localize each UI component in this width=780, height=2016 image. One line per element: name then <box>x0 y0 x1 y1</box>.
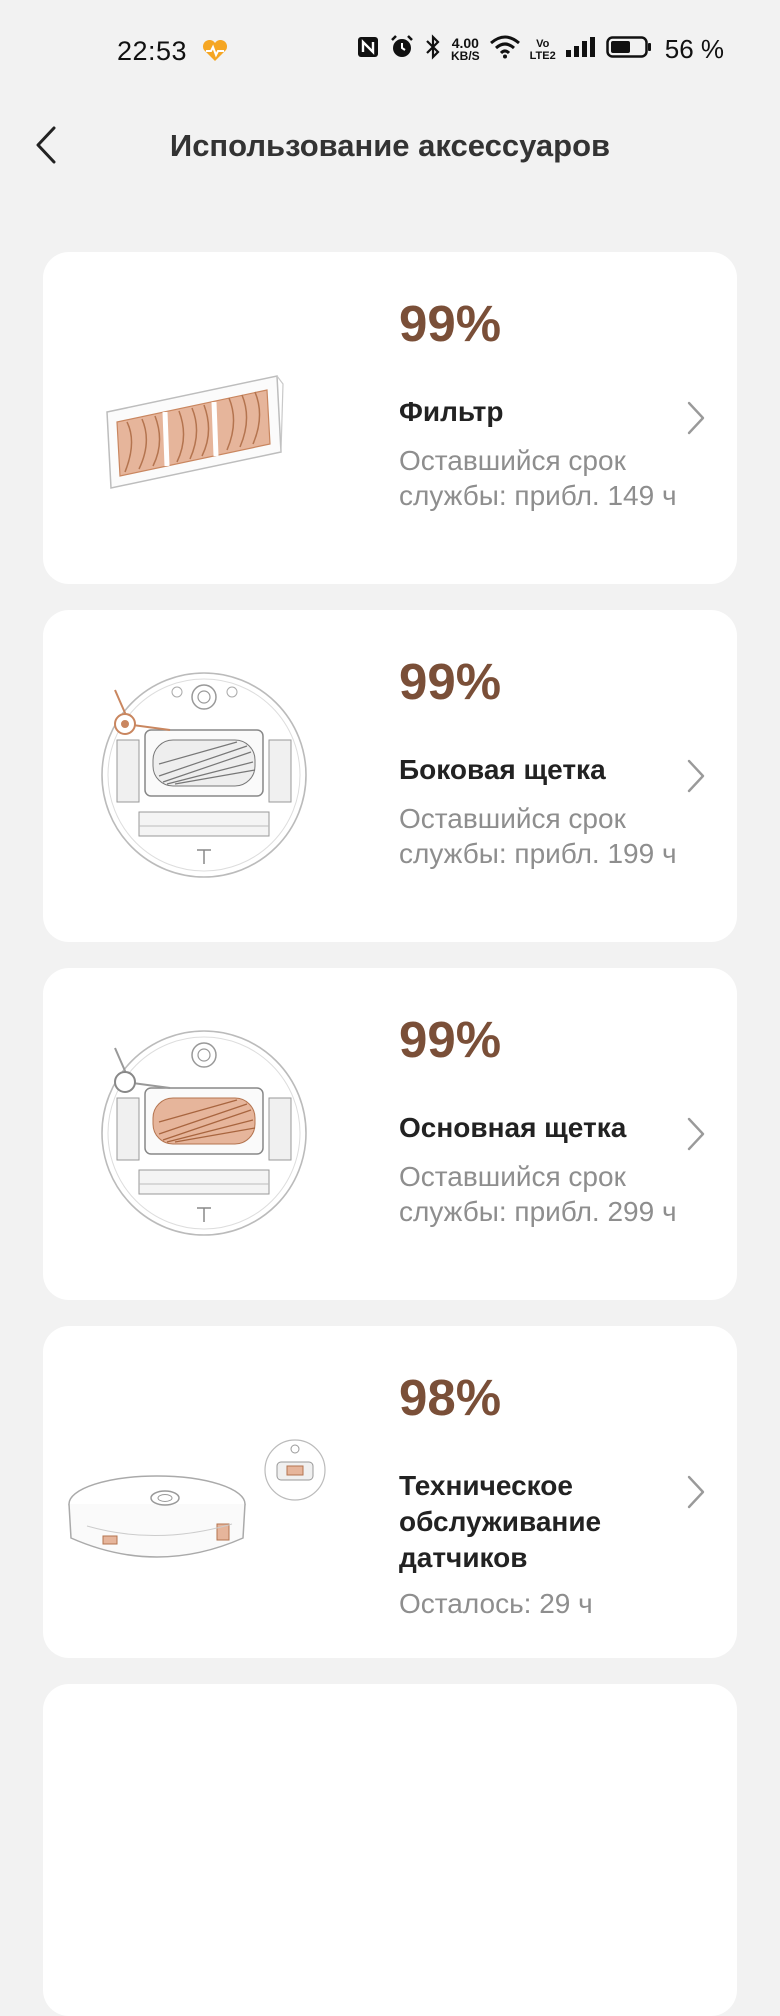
chevron-right-icon <box>687 759 705 793</box>
accessory-percent: 99% <box>399 1011 502 1068</box>
network-speed-unit: KB/S <box>450 48 480 63</box>
chevron-right-icon <box>687 401 705 435</box>
filter-image <box>67 292 367 542</box>
accessory-name: Фильтр <box>399 396 504 427</box>
status-icons: 4.00 KB/S Vo LTE2 56 % <box>356 34 724 65</box>
network-speed: 4.00 KB/S <box>450 34 480 63</box>
header: Использование аксессуаров <box>0 104 780 190</box>
accessory-card-next[interactable] <box>43 1684 737 2016</box>
accessory-card-main-brush[interactable]: 99% Основная щетка Оставшийся срок служб… <box>43 968 737 1300</box>
accessory-percent: 99% <box>399 653 502 710</box>
chevron-right-icon <box>687 1475 705 1509</box>
accessory-card-filter[interactable]: 99% Фильтр Оставшийся срок службы: прибл… <box>43 252 737 584</box>
accessory-name: Боковая щетка <box>399 754 606 785</box>
main-brush-image <box>67 1008 367 1258</box>
battery-icon <box>605 35 652 64</box>
accessory-card-side-brush[interactable]: 99% Боковая щетка Оставшийся срок службы… <box>43 610 737 942</box>
accessory-remaining: Оставшийся срок службы: прибл. 299 ч <box>399 1161 677 1227</box>
chevron-right-icon <box>687 1117 705 1151</box>
battery-percent: 56 % <box>664 34 724 64</box>
status-bar: 22:53 4.00 KB/S Vo LTE2 56 % <box>0 0 780 104</box>
bluetooth-icon <box>424 34 442 65</box>
accessory-name: Техническое обслуживание датчиков <box>399 1470 602 1573</box>
volte-top: Vo <box>536 37 550 50</box>
alarm-icon <box>389 34 415 65</box>
accessory-percent: 98% <box>399 1369 502 1426</box>
accessory-name: Основная щетка <box>399 1112 627 1143</box>
network-speed-value: 4.00 <box>451 34 479 51</box>
accessory-remaining: Оставшийся срок службы: прибл. 149 ч <box>399 445 677 511</box>
volte-bottom: LTE2 <box>529 49 556 62</box>
accessory-remaining: Оставшийся срок службы: прибл. 199 ч <box>399 803 677 869</box>
signal-icon <box>565 36 597 63</box>
side-brush-image <box>67 650 367 900</box>
accessory-remaining: Осталось: 29 ч <box>399 1588 593 1619</box>
nfc-icon <box>356 35 380 64</box>
wifi-icon <box>489 35 521 64</box>
volte-badge: Vo LTE2 <box>530 38 556 62</box>
accessory-card-sensor-maintenance[interactable]: 98% Техническое обслуживание датчиков Ос… <box>43 1326 737 1658</box>
status-time: 22:53 <box>117 36 188 66</box>
page-title: Использование аксессуаров <box>169 128 611 163</box>
sensor-image <box>67 1366 367 1616</box>
heart-health-icon <box>202 39 228 67</box>
accessory-percent: 99% <box>399 295 502 352</box>
